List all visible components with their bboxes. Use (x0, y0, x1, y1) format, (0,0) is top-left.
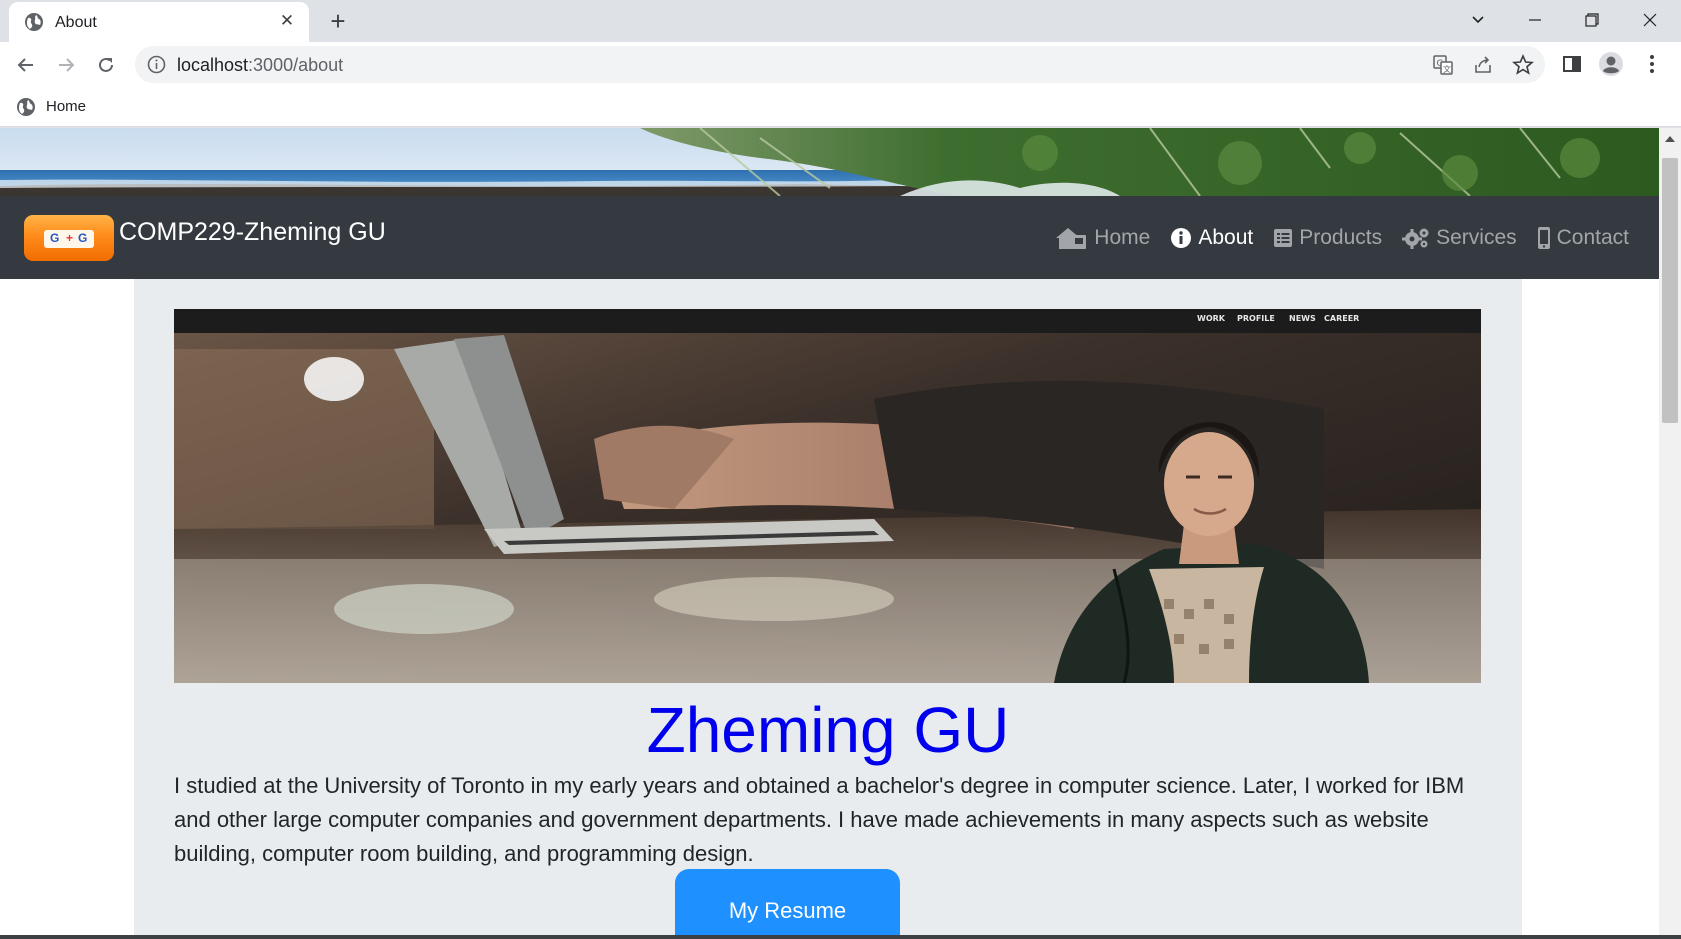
cogs-icon (1402, 228, 1429, 249)
browser-tab[interactable]: About ✕ (9, 2, 309, 42)
my-resume-button[interactable]: My Resume (675, 869, 900, 935)
nav-links: Home About Products Services Contact (1034, 222, 1629, 254)
hero-menu-career: CAREER (1324, 314, 1359, 323)
nav-link-products[interactable]: Products (1273, 222, 1382, 254)
side-panel-icon[interactable] (1558, 50, 1586, 78)
nav-link-services[interactable]: Services (1402, 222, 1517, 254)
back-button[interactable] (12, 51, 40, 79)
nav-link-contact[interactable]: Contact (1537, 222, 1629, 254)
tab-search-icon[interactable] (1458, 6, 1498, 34)
nav-link-home[interactable]: Home (1054, 222, 1150, 254)
svg-text:文: 文 (1443, 64, 1451, 74)
share-icon[interactable] (1471, 53, 1495, 77)
tab-strip: About ✕ + (0, 0, 1681, 42)
menu-kebab-icon[interactable] (1638, 50, 1666, 78)
hero-menu-work: WORK (1197, 314, 1226, 323)
page-scrollbar[interactable] (1659, 128, 1681, 935)
minimize-button[interactable] (1515, 6, 1555, 34)
globe-icon (17, 98, 35, 116)
new-tab-button[interactable]: + (324, 7, 352, 35)
site-navbar: G + G COMP229-Zheming GU Home About Prod… (0, 196, 1659, 279)
bookmarks-bar: Home (0, 87, 1681, 127)
home-icon (1056, 228, 1087, 249)
window-bottom-border (0, 935, 1681, 939)
header-banner-image (0, 128, 1659, 196)
about-section: WORK PROFILE NEWS CAREER Zheming GU I st… (134, 279, 1522, 935)
address-bar[interactable]: localhost:3000/about G 文 (135, 46, 1545, 83)
forward-button[interactable] (52, 51, 80, 79)
close-window-button[interactable] (1630, 6, 1670, 34)
bookmark-star-icon[interactable] (1511, 53, 1535, 77)
bookmark-label: Home (46, 98, 87, 115)
profile-avatar-icon[interactable] (1597, 50, 1625, 78)
site-info-icon[interactable] (147, 55, 166, 74)
hero-menu-news: NEWS (1289, 314, 1316, 323)
translate-icon[interactable]: G 文 (1431, 53, 1455, 77)
url-text: localhost:3000/about (177, 55, 344, 75)
hero-profile-image: WORK PROFILE NEWS CAREER (174, 309, 1481, 683)
site-brand[interactable]: COMP229-Zheming GU (119, 218, 386, 247)
reload-button[interactable] (92, 51, 120, 79)
phone-icon (1537, 227, 1550, 249)
globe-icon (25, 13, 43, 31)
site-logo[interactable]: G + G (24, 215, 114, 261)
restore-button[interactable] (1572, 6, 1612, 34)
close-tab-icon[interactable]: ✕ (277, 11, 297, 31)
nav-link-about[interactable]: About (1170, 222, 1253, 254)
profile-name: Zheming GU (646, 694, 1010, 766)
products-icon (1274, 229, 1293, 247)
scroll-up-arrow[interactable] (1665, 136, 1675, 142)
tab-title: About (55, 14, 97, 31)
book-logo-icon: G + G (44, 230, 94, 248)
hero-menu-profile: PROFILE (1237, 314, 1275, 323)
profile-bio: I studied at the University of Toronto i… (174, 773, 1465, 866)
scroll-thumb[interactable] (1662, 158, 1678, 423)
page-viewport: G + G COMP229-Zheming GU Home About Prod… (0, 128, 1659, 935)
info-icon (1171, 228, 1192, 248)
browser-toolbar: localhost:3000/about G 文 (0, 42, 1681, 87)
